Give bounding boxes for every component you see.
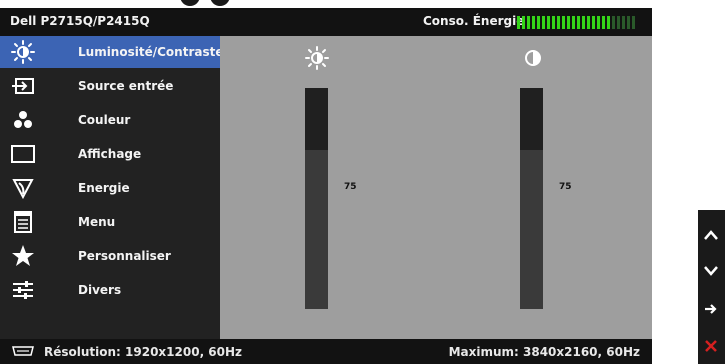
contrast-icon: [525, 50, 541, 66]
monitor-button-bar: [698, 210, 725, 364]
energy-segment: [597, 16, 600, 29]
menu-item-energy[interactable]: Energie: [0, 172, 220, 204]
energy-segment: [592, 16, 595, 29]
contrast-slider[interactable]: [520, 88, 543, 309]
arrow-right-icon: [705, 304, 717, 314]
energy-segment: [612, 16, 615, 29]
brightness-icon: [305, 46, 329, 70]
logo-fragment: [180, 0, 260, 7]
current-resolution: Résolution: 1920x1200, 60Hz: [44, 345, 243, 359]
right-button[interactable]: [698, 292, 725, 328]
osd-window: Dell P2715Q/P2415Q Conso. Énergie Lumino…: [0, 8, 652, 364]
color-dots-icon: [14, 111, 32, 128]
brightness-slider[interactable]: [305, 88, 328, 309]
menu-item-input-source[interactable]: Source entrée: [0, 70, 220, 102]
menu-item-label: Energie: [78, 181, 130, 195]
contrast-value: 75: [559, 182, 572, 192]
menu-item-label: Affichage: [78, 147, 142, 161]
menu-item-label: Luminosité/Contraste: [78, 45, 224, 59]
star-icon: [12, 245, 34, 266]
energy-segment: [632, 16, 635, 29]
energy-segment: [557, 16, 560, 29]
energy-segment: [572, 16, 575, 29]
down-button[interactable]: [698, 254, 725, 290]
energy-segment: [517, 16, 520, 29]
menu-item-personalize[interactable]: Personnaliser: [0, 240, 220, 272]
energy-segment: [562, 16, 565, 29]
menu-item-brightness-contrast[interactable]: Luminosité/Contraste: [0, 36, 224, 68]
adjust-panel: 75 75: [220, 36, 652, 339]
energy-segment: [532, 16, 535, 29]
monitor-model: Dell P2715Q/P2415Q: [10, 14, 150, 28]
menu-item-label: Personnaliser: [78, 249, 171, 263]
energy-segment: [522, 16, 525, 29]
input-source-icon: [12, 78, 34, 94]
up-button[interactable]: [698, 218, 725, 254]
menu-item-others[interactable]: Divers: [0, 274, 220, 306]
menu-item-color[interactable]: Couleur: [0, 104, 220, 136]
menu-item-label: Source entrée: [78, 79, 174, 93]
osd-menu: Luminosité/Contraste Source entrée Coule…: [0, 36, 224, 339]
energy-segment: [587, 16, 590, 29]
energy-meter: [517, 16, 635, 29]
energy-segment: [527, 16, 530, 29]
energy-segment: [607, 16, 610, 29]
menu-item-label: Divers: [78, 283, 122, 297]
energy-segment: [622, 16, 625, 29]
exit-button[interactable]: [698, 328, 725, 364]
energy-segment: [567, 16, 570, 29]
energy-segment: [577, 16, 580, 29]
maximum-resolution: Maximum: 3840x2160, 60Hz: [448, 345, 640, 359]
slider-empty-track: [520, 88, 543, 150]
energy-segment: [582, 16, 585, 29]
menu-document-icon: [14, 211, 32, 233]
energy-segment: [617, 16, 620, 29]
energy-leaf-icon: [12, 179, 34, 200]
menu-item-display[interactable]: Affichage: [0, 138, 220, 170]
energy-segment: [537, 16, 540, 29]
brightness-icon: [11, 40, 35, 64]
slider-empty-track: [305, 88, 328, 150]
energy-segment: [602, 16, 605, 29]
energy-segment: [627, 16, 630, 29]
menu-item-label: Couleur: [78, 113, 131, 127]
brightness-value: 75: [344, 182, 357, 192]
close-icon: [705, 340, 717, 352]
osd-footer: Résolution: 1920x1200, 60Hz Maximum: 384…: [0, 339, 652, 364]
energy-segment: [547, 16, 550, 29]
chevron-up-icon: [704, 230, 718, 240]
osd-header: Dell P2715Q/P2415Q Conso. Énergie: [0, 8, 652, 36]
energy-segment: [542, 16, 545, 29]
chevron-down-icon: [704, 266, 718, 276]
sliders-icon: [13, 281, 33, 299]
energy-label: Conso. Énergie: [423, 14, 525, 28]
connector-icon: [12, 346, 34, 356]
menu-item-menu[interactable]: Menu: [0, 206, 220, 238]
energy-segment: [552, 16, 555, 29]
menu-item-label: Menu: [78, 215, 116, 229]
display-rectangle-icon: [11, 145, 35, 163]
